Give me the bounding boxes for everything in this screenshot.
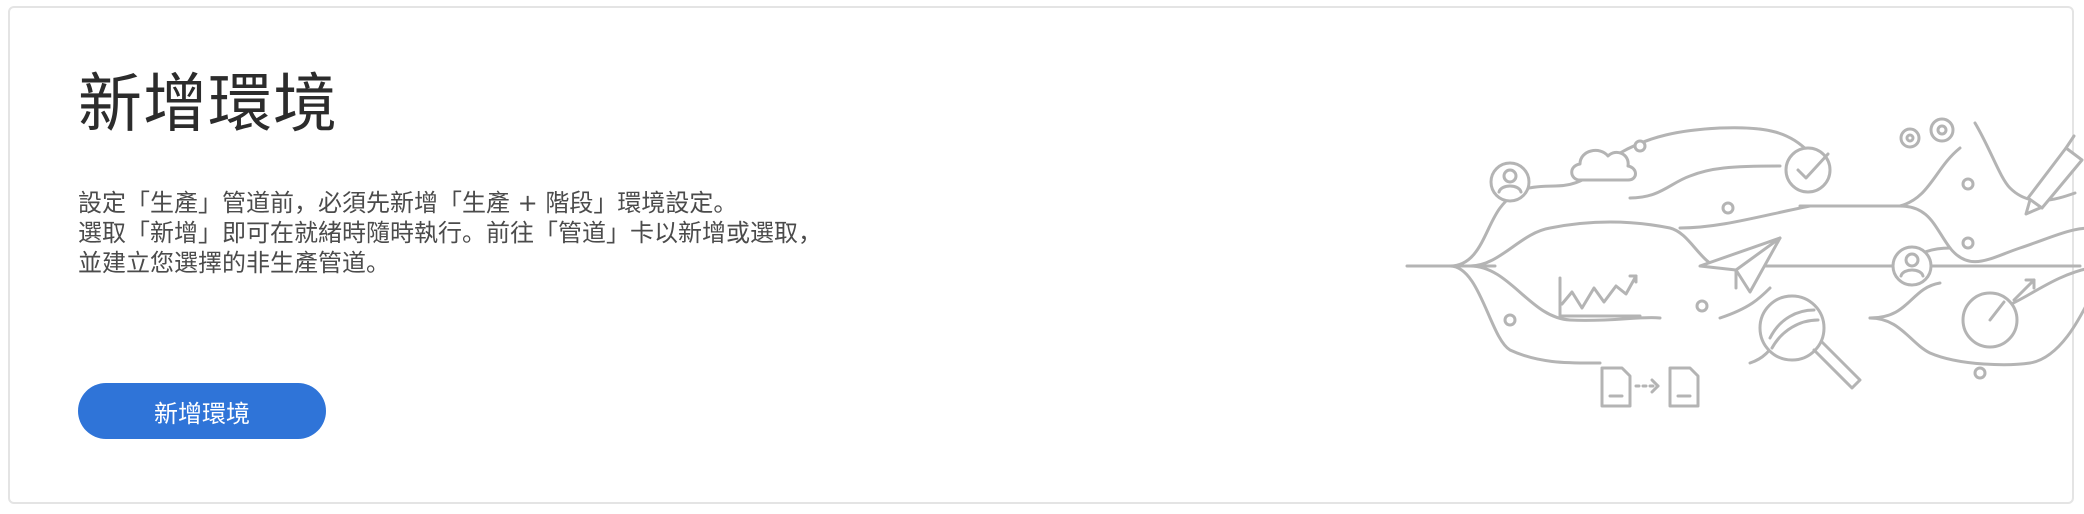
magnifier-icon bbox=[1760, 296, 1860, 388]
chart-icon bbox=[1560, 276, 1640, 316]
pipeline-illustration bbox=[1390, 88, 2084, 428]
user-icon bbox=[1893, 247, 1931, 285]
add-environment-button[interactable]: 新增環境 bbox=[78, 383, 326, 439]
checkmark-icon bbox=[1786, 148, 1830, 192]
pen-icon bbox=[2026, 136, 2082, 214]
gear-icon bbox=[1901, 119, 1953, 147]
description-line: 選取「新增」即可在就緒時隨時執行。前往「管道」卡以新增或選取， bbox=[78, 219, 822, 247]
user-icon bbox=[1491, 163, 1529, 201]
gauge-icon bbox=[1963, 280, 2034, 347]
description-line: 並建立您選擇的非生產管道。 bbox=[78, 249, 390, 277]
cloud-icon bbox=[1572, 150, 1636, 180]
description-line: 設定「生產」管道前，必須先新增「生產 + 階段」環境設定。 bbox=[78, 189, 738, 217]
page-title: 新增環境 bbox=[78, 68, 338, 142]
description: 設定「生產」管道前，必須先新增「生產 + 階段」環境設定。 選取「新增」即可在就… bbox=[78, 188, 978, 278]
document-icon bbox=[1602, 368, 1698, 406]
empty-state-card: 新增環境 設定「生產」管道前，必須先新增「生產 + 階段」環境設定。 選取「新增… bbox=[8, 6, 2074, 504]
